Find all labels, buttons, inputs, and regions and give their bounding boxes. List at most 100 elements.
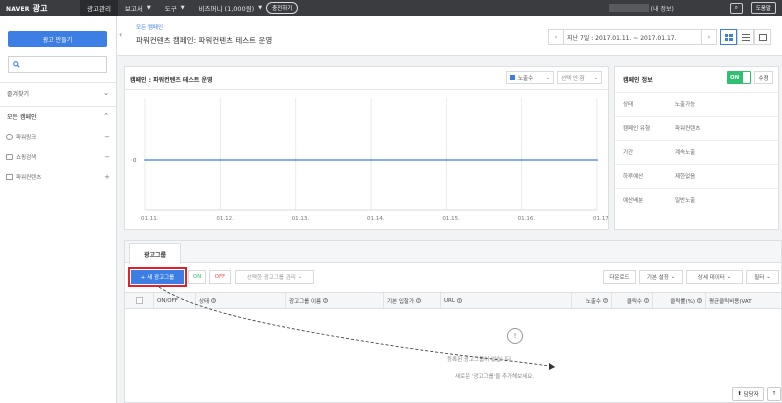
list-icon — [741, 33, 750, 41]
line-chart: 01.11. 01.12. 01.13. 01.14. 01.15. 01.16. 01.1… — [133, 98, 608, 222]
data-point — [370, 159, 372, 161]
sidebar-item-label: 파워컨텐츠 — [16, 175, 42, 181]
grid-icon — [724, 33, 733, 41]
date-range-label[interactable]: 지난 7일 : 2017.01.11. ~ 2017.01.17. — [563, 30, 702, 44]
y-tick-label: 0 — [133, 158, 137, 164]
info-key: 상태 — [623, 101, 634, 108]
dashboard-view-button[interactable] — [720, 29, 737, 45]
bag-icon — [6, 154, 13, 160]
campaign-info-panel: 캠페인 정보 ON 수정 상태 노출가능 캠페인 유형 파워컨텐츠 기간 계속노출 하… — [614, 66, 779, 230]
menu-bizmoney[interactable]: 비즈머니 (1,000원) ▼ 충전하기 — [192, 0, 306, 16]
info-key: 하루예산 — [623, 173, 644, 180]
compare-metric-select[interactable]: 선택 안 함 ⌄ — [557, 71, 602, 84]
info-key: 캠페인 유형 — [623, 125, 651, 132]
prev-period-icon[interactable]: ‹ — [549, 34, 563, 41]
toggle-knob — [743, 72, 750, 83]
x-tick-label: 01.17. — [593, 216, 608, 222]
info-row-budget-distribution: 예산배분 일반노출 — [615, 188, 778, 210]
all-campaigns-toggle[interactable]: 모든 캠페인 ⌃ — [0, 109, 116, 123]
compare-select-value: 선택 안 함 — [561, 75, 585, 82]
list-view-button[interactable] — [737, 29, 754, 45]
collapse-icon[interactable]: − — [104, 153, 110, 161]
x-tick-label: 01.12. — [216, 216, 234, 222]
data-point — [596, 159, 598, 161]
menu-ad-management[interactable]: 광고관리 — [80, 0, 118, 16]
search-icon — [13, 61, 20, 68]
date-range-picker[interactable]: ‹ 지난 7일 : 2017.01.11. ~ 2017.01.17. › — [548, 29, 717, 45]
search-icon[interactable]: ⌕ — [729, 2, 743, 14]
x-tick-label: 01.11. — [141, 216, 159, 222]
content-icon — [6, 174, 13, 180]
chevron-down-icon: ▼ — [146, 5, 151, 11]
chevron-down-icon: ⌄ — [103, 89, 109, 97]
logo-main: 광고 — [32, 3, 48, 13]
sidebar-item-powercontents[interactable]: 파워컨텐츠 + — [0, 171, 116, 183]
scroll-top-button[interactable]: ↑ — [767, 387, 781, 401]
create-ad-button[interactable]: 광고 만들기 — [8, 31, 107, 47]
charge-button[interactable]: 충전하기 — [266, 2, 299, 14]
collapse-icon[interactable]: − — [104, 133, 110, 141]
chevron-up-icon: ⌃ — [103, 112, 109, 120]
next-period-icon[interactable]: › — [702, 34, 716, 41]
page-header: ‹ 모든 캠페인 파워컨텐츠 캠페인: 파워컨텐츠 테스트 운영 ‹ 지난 7일… — [117, 16, 782, 56]
view-toggle — [720, 29, 771, 45]
menu-tools[interactable]: 도구 ▼ — [158, 0, 192, 16]
metric-select[interactable]: 노출수 ⌄ — [506, 71, 554, 84]
sidebar-item-label: 파워링크 — [16, 135, 37, 141]
performance-chart-panel: 캠페인 : 파워컨텐츠 테스트 운영 노출수 ⌄ 선택 안 함 ⌄ 01.11.… — [124, 66, 609, 230]
chevron-left-icon[interactable]: ‹ — [119, 30, 122, 39]
manager-label: 담당자 — [743, 392, 759, 398]
menu-label: 광고관리 — [87, 5, 111, 13]
menu-label: 비즈머니 (1,000원) — [198, 5, 255, 13]
data-point — [219, 159, 222, 161]
x-tick-label: 01.14. — [367, 216, 385, 222]
logo-prefix: NAVER — [6, 5, 30, 13]
info-row-type: 캠페인 유형 파워컨텐츠 — [615, 116, 778, 138]
info-key: 예산배분 — [623, 197, 644, 204]
chevron-down-icon: ▼ — [180, 5, 185, 11]
page-title: 파워컨텐츠 캠페인: 파워컨텐츠 테스트 운영 — [136, 36, 273, 45]
data-point — [445, 159, 448, 161]
menu-label: 도구 — [164, 5, 177, 13]
toggle-label: ON — [730, 74, 740, 81]
breadcrumb[interactable]: 모든 캠페인 — [136, 23, 163, 31]
chart-title: 캠페인 : 파워컨텐츠 테스트 운영 — [130, 77, 213, 84]
sidebar: 광고 만들기 즐겨찾기 ⌄ 모든 캠페인 ⌃ 파워링크 − 쇼핑검색 − 파워컨… — [0, 16, 117, 403]
info-key: 기간 — [623, 149, 634, 156]
annotation-dashed-arrow — [158, 286, 556, 370]
favorites-toggle[interactable]: 즐겨찾기 ⌄ — [0, 86, 116, 100]
info-row-daily-budget: 하루예산 제한없음 — [615, 164, 778, 186]
series-color-swatch — [510, 75, 515, 80]
naver-ad-logo[interactable]: NAVER 광고 — [0, 3, 80, 14]
sidebar-item-shopping[interactable]: 쇼핑검색 − — [0, 151, 116, 163]
data-point — [294, 159, 297, 161]
chevron-down-icon: ▼ — [258, 5, 263, 11]
info-row-status: 상태 노출가능 — [615, 92, 778, 114]
edit-button[interactable]: 수정 — [754, 71, 773, 84]
my-info-link[interactable]: (내 정보) — [651, 4, 674, 13]
info-value: 계속노출 — [675, 149, 696, 156]
contact-manager-button[interactable]: ⬆ 담당자 — [732, 387, 764, 401]
chevron-down-icon: ⌄ — [545, 74, 550, 81]
top-right-area: (내 정보) ⌕ 도움말 — [608, 2, 782, 14]
menu-label: 보고서 — [124, 5, 143, 13]
campaign-on-off-toggle[interactable]: ON — [727, 71, 751, 84]
top-menu: 광고관리 보고서 ▼ 도구 ▼ 비즈머니 (1,000원) ▼ 충전하기 — [80, 0, 305, 16]
square-icon — [758, 33, 767, 41]
info-title: 캠페인 정보 — [623, 77, 653, 84]
masked-account-id — [608, 4, 649, 12]
help-button[interactable]: 도움말 — [750, 2, 776, 14]
info-row-period: 기간 계속노출 — [615, 140, 778, 162]
expand-icon[interactable]: + — [104, 173, 110, 181]
ad-group-panel: 광고그룹 + 새 광고그룹 ON OFF 선택한 광고그룹 관리 ⌄ 다운로드 … — [124, 240, 782, 403]
campaign-search-input[interactable] — [8, 56, 107, 73]
menu-reports[interactable]: 보고서 ▼ — [118, 0, 158, 16]
sidebar-item-label: 쇼핑검색 — [16, 155, 37, 161]
divider — [0, 82, 116, 83]
single-view-button[interactable] — [754, 29, 771, 45]
data-point — [144, 159, 146, 161]
x-tick-label: 01.13. — [292, 216, 310, 222]
up-arrow-icon: ⬆ — [737, 391, 742, 397]
chevron-down-icon: ⌄ — [593, 74, 598, 81]
sidebar-item-powerlink[interactable]: 파워링크 − — [0, 131, 116, 143]
